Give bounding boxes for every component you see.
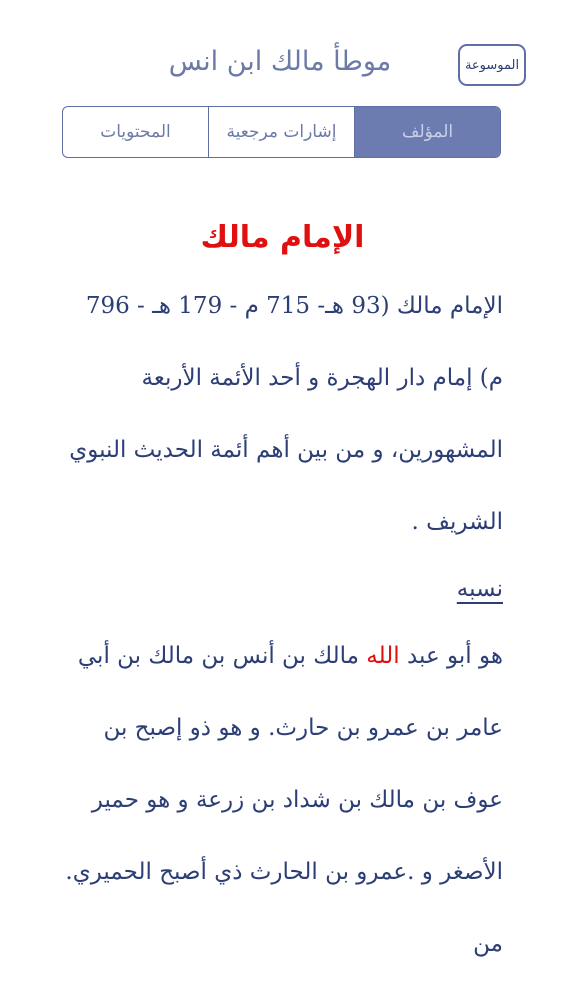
section-heading-lineage: نسبه <box>456 576 503 602</box>
intro-paragraph: الإمام مالك (93 هـ- 715 م - 179 هـ - 796… <box>69 293 503 535</box>
highlighted-word: الله <box>366 643 400 669</box>
tab-contents[interactable]: المحتويات <box>63 107 208 157</box>
lineage-text-start: هو أبو عبد <box>399 643 503 669</box>
lineage-paragraph: هو أبو عبد الله مالك بن أنس بن مالك بن أ… <box>62 620 503 980</box>
app-header: موطأ مالك ابن انس الموسوعة <box>0 0 563 100</box>
article-title: الإمام مالك <box>200 220 365 255</box>
tab-author[interactable]: المؤلف <box>354 107 500 157</box>
app-title: موطأ مالك ابن انس <box>168 46 392 77</box>
encyclopedia-button[interactable]: الموسوعة <box>458 44 526 86</box>
lineage-text-rest: مالك بن أنس بن مالك بن أبي عامر بن عمرو … <box>65 643 503 957</box>
article-content: الإمام مالك الإمام مالك (93 هـ- 715 م - … <box>62 200 503 980</box>
tab-bookmarks[interactable]: إشارات مرجعية <box>208 107 354 157</box>
tab-bar: المؤلف إشارات مرجعية المحتويات <box>62 106 501 158</box>
